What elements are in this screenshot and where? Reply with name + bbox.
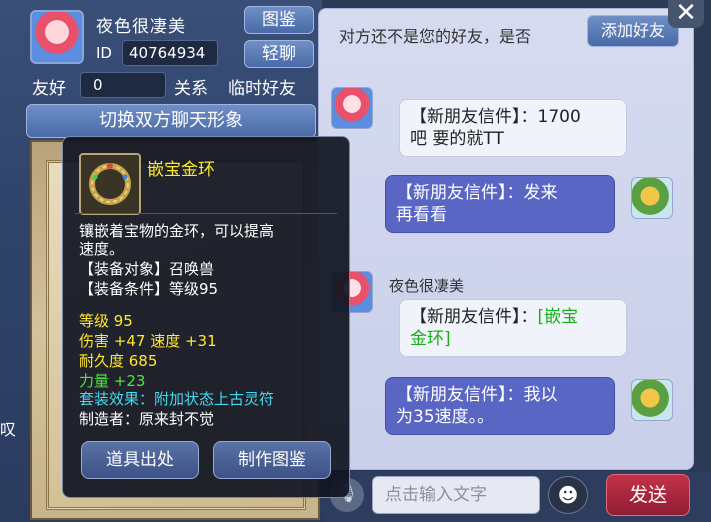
- relation-label: 关系: [174, 79, 208, 99]
- item-description-line1: 镶嵌着宝物的金环，可以提高: [79, 222, 275, 240]
- edge-char: 叹: [0, 420, 17, 439]
- item-damage-speed: 伤害 +47 速度 +31: [79, 332, 217, 350]
- item-name: 嵌宝金环: [147, 160, 215, 180]
- sender-avatar[interactable]: [331, 87, 373, 129]
- equip-target: 【装备对象】召唤兽: [79, 260, 215, 278]
- message-line: 为35速度。。: [396, 407, 495, 427]
- chat-message: 【新朋友信件】：1700 吧 要的就TT: [399, 99, 627, 157]
- chat-input[interactable]: 点击输入文字: [372, 476, 540, 514]
- item-description-line2: 速度。: [79, 240, 125, 258]
- message-line: 金环]: [410, 328, 616, 350]
- player-avatar[interactable]: [30, 10, 84, 64]
- send-button[interactable]: 发送: [606, 474, 690, 516]
- chat-panel: 对方还不是您的好友，是否 添加好友 【新朋友信件】：1700 吧 要的就TT 【…: [318, 8, 694, 470]
- friendliness-value: 0: [80, 72, 166, 98]
- item-link[interactable]: 金环]: [410, 329, 451, 349]
- player-name: 夜色很凄美: [96, 17, 186, 37]
- friendliness-label: 友好: [32, 79, 66, 99]
- self-avatar[interactable]: [631, 379, 673, 421]
- item-set-effect: 套装效果：附加状态上古灵符: [79, 390, 275, 408]
- message-line: 吧 要的就TT: [410, 129, 504, 149]
- message-line: 再看看: [396, 205, 447, 225]
- item-level: 等级 95: [79, 312, 133, 330]
- equip-condition: 【装备条件】等级95: [79, 280, 219, 298]
- tooltip-divider: [75, 213, 337, 214]
- close-icon[interactable]: ✕: [668, 0, 704, 28]
- craft-guide-button[interactable]: 制作图鉴: [213, 441, 331, 479]
- item-source-button[interactable]: 道具出处: [81, 441, 199, 479]
- chat-message: 【新朋友信件】：我以 为35速度。。: [385, 377, 615, 435]
- qingliao-button[interactable]: 轻聊: [244, 40, 314, 68]
- message-prefix: 【新朋友信件】：: [410, 307, 538, 327]
- chat-message: 【新朋友信件】：[嵌宝 金环]: [399, 299, 627, 357]
- emoji-icon[interactable]: ☻: [548, 476, 588, 514]
- sender-name: 夜色很凄美: [389, 277, 465, 295]
- message-line: 【新朋友信件】：发来: [396, 183, 558, 203]
- relation-value: 临时好友: [228, 79, 296, 99]
- add-friend-button[interactable]: 添加好友: [587, 15, 679, 47]
- item-strength: 力量 +23: [79, 372, 146, 390]
- message-line: 【新朋友信件】：[嵌宝: [410, 306, 616, 328]
- switch-chat-image-button[interactable]: 切换双方聊天形象: [26, 104, 316, 138]
- gold-ring-icon: [79, 153, 141, 215]
- self-avatar[interactable]: [631, 177, 673, 219]
- message-line: 【新朋友信件】：我以: [396, 385, 558, 405]
- item-durability: 耐久度 685: [79, 352, 158, 370]
- tujian-button[interactable]: 图鉴: [244, 6, 314, 34]
- item-tooltip: 嵌宝金环 镶嵌着宝物的金环，可以提高 速度。 【装备对象】召唤兽 【装备条件】等…: [62, 136, 350, 498]
- message-line: 【新朋友信件】：1700: [410, 107, 581, 127]
- item-link[interactable]: [嵌宝: [538, 307, 579, 327]
- id-value: 40764934: [122, 40, 218, 66]
- chat-message: 【新朋友信件】：发来 再看看: [385, 175, 615, 233]
- not-friend-notice: 对方还不是您的好友，是否: [339, 27, 532, 46]
- item-maker: 制造者：原来封不觉: [79, 410, 215, 428]
- id-label: ID: [96, 44, 112, 62]
